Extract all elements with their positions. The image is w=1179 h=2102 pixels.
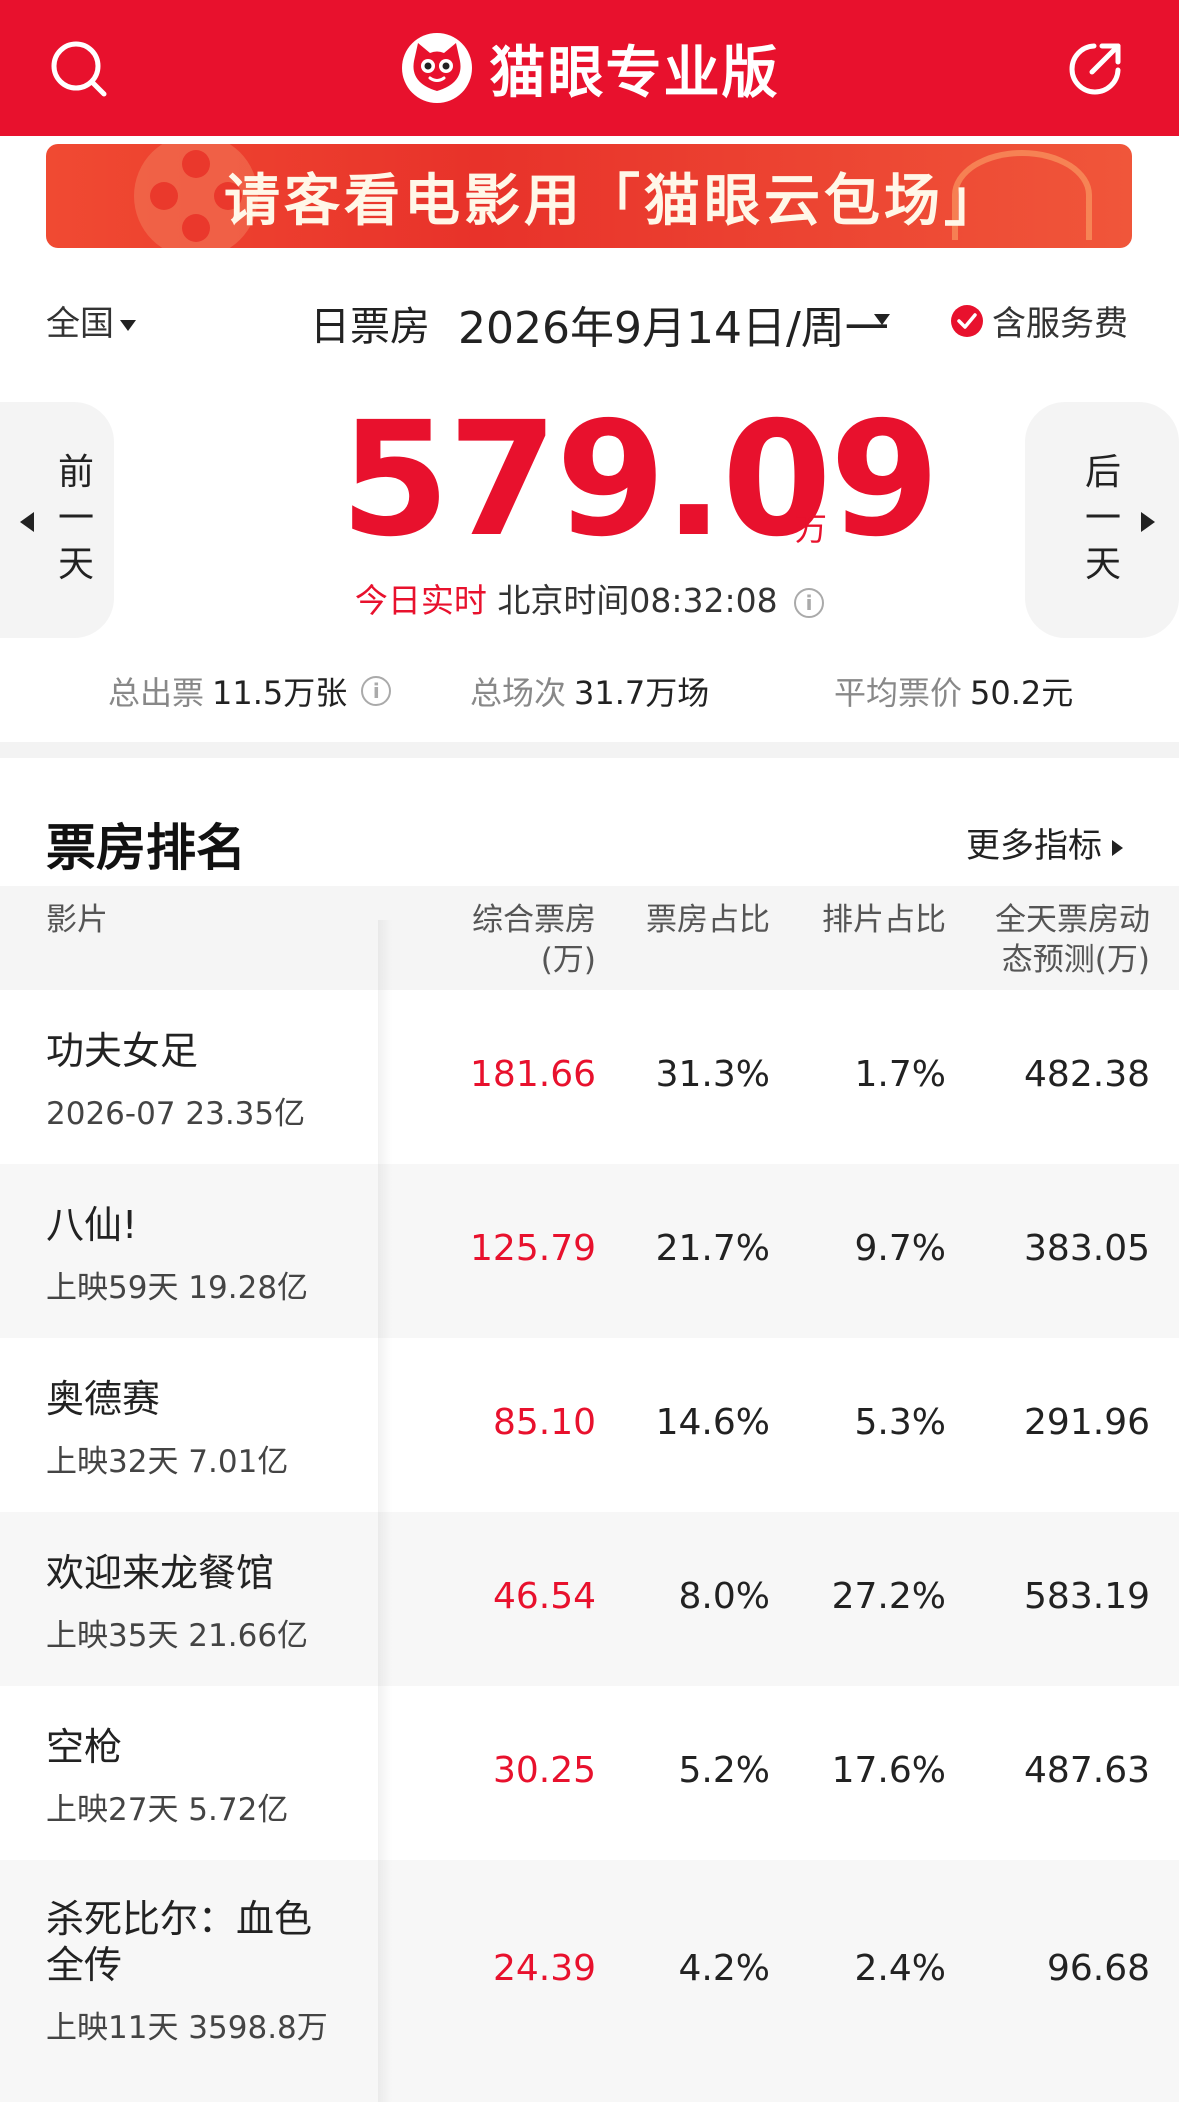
- app-title: 猫眼专业版: [489, 40, 780, 106]
- ranking-title: 票房排名: [46, 819, 246, 877]
- schedule-share-value: 27.2%: [831, 1576, 946, 1617]
- maoyan-cat-logo-icon: [401, 33, 472, 103]
- realtime-line: 今日实时 北京时间08:32:08 i: [0, 574, 1179, 622]
- film-release-info: 上映27天 5.72亿: [46, 1792, 289, 1828]
- stat-tickets-value: 11.5万张: [212, 674, 348, 712]
- film-release-info: 上映35天 21.66亿: [46, 1618, 309, 1654]
- table-row[interactable]: 奥德赛 上映32天 7.01亿 85.10 14.6% 5.3% 291.96: [0, 1338, 1179, 1512]
- film-name: 空枪: [46, 1725, 123, 1769]
- film-release-info: 上映11天 3598.8万: [46, 2010, 328, 2046]
- filter-row: 全国 日票房 2026年9月14日/周一 含服务费: [0, 290, 1179, 354]
- box-office-value: 125.79: [470, 1228, 596, 1269]
- info-icon[interactable]: i: [794, 587, 825, 618]
- promo-banner[interactable]: 请客看电影用「猫眼云包场」: [46, 144, 1132, 248]
- more-metrics-link[interactable]: 更多指标: [966, 818, 1123, 867]
- col-box-office-line1: 综合票房: [472, 902, 596, 938]
- caret-right-icon: [1112, 839, 1123, 856]
- box-office-value: 85.10: [492, 1402, 596, 1443]
- app-header: 猫眼专业版: [0, 0, 1179, 136]
- date-selector[interactable]: 2026年9月14日/周一: [458, 292, 889, 356]
- table-row[interactable]: 功夫女足 2026-07 23.35亿 181.66 31.3% 1.7% 48…: [0, 990, 1179, 1164]
- col-box-office[interactable]: 综合票房 (万): [440, 900, 596, 980]
- film-name: 功夫女足: [46, 1029, 199, 1073]
- arrow-right-icon: [1141, 512, 1155, 532]
- col-prediction-line1: 全天票房动: [995, 902, 1150, 938]
- next-day-label: 后一天: [1084, 452, 1121, 585]
- bo-share-value: 21.7%: [655, 1228, 770, 1269]
- section-divider: [0, 742, 1179, 758]
- share-icon[interactable]: [1064, 38, 1126, 100]
- table-row[interactable]: 空枪 上映27天 5.72亿 30.25 5.2% 17.6% 487.63: [0, 1686, 1179, 1860]
- stat-price-value: 50.2元: [970, 674, 1074, 712]
- box-office-value: 181.66: [470, 1054, 596, 1095]
- box-office-value: 46.54: [492, 1576, 596, 1617]
- prediction-value: 291.96: [1024, 1402, 1150, 1443]
- film-name: 杀死比尔：血色全传: [46, 1897, 313, 1987]
- stats-row: 总出票 11.5万张 i 总场次 31.7万场 平均票价 50.2元: [0, 668, 1179, 718]
- col-box-office-line2: (万): [540, 942, 596, 978]
- realtime-label: 今日实时: [354, 581, 487, 620]
- bo-share-value: 4.2%: [678, 1948, 770, 1989]
- bo-share-value: 8.0%: [678, 1576, 770, 1617]
- col-bo-share[interactable]: 票房占比: [620, 900, 770, 940]
- table-row[interactable]: 八仙! 上映59天 19.28亿 125.79 21.7% 9.7% 383.0…: [0, 1164, 1179, 1338]
- checkmark-icon: [951, 304, 983, 337]
- col-prediction-line2: 态预测(万): [1001, 942, 1150, 978]
- table-row[interactable]: 杀死比尔：血色全传 上映11天 3598.8万 24.39 4.2% 2.4% …: [0, 1860, 1179, 2102]
- info-icon[interactable]: i: [361, 676, 392, 706]
- prev-day-label: 前一天: [57, 452, 94, 585]
- schedule-share-value: 9.7%: [854, 1228, 946, 1269]
- film-name: 欢迎来龙餐馆: [46, 1551, 275, 1595]
- col-film: 影片: [46, 902, 108, 938]
- prediction-value: 487.63: [1024, 1750, 1150, 1791]
- more-metrics-label: 更多指标: [966, 826, 1102, 866]
- prediction-value: 383.05: [1024, 1228, 1150, 1269]
- film-release-info: 上映32天 7.01亿: [46, 1444, 289, 1480]
- box-office-value: 24.39: [492, 1948, 596, 1989]
- beijing-time: 北京时间08:32:08: [497, 581, 778, 620]
- bo-share-value: 5.2%: [678, 1750, 770, 1791]
- region-selector[interactable]: 全国: [46, 296, 136, 345]
- stat-tickets-label: 总出票: [108, 674, 205, 712]
- chevron-down-icon: [120, 320, 136, 331]
- stat-tickets: 总出票 11.5万张 i: [108, 668, 392, 714]
- region-label: 全国: [46, 304, 114, 344]
- film-release-info: 上映59天 19.28亿: [46, 1270, 309, 1306]
- schedule-share-value: 1.7%: [854, 1054, 946, 1095]
- schedule-share-value: 2.4%: [854, 1948, 946, 1989]
- chevron-down-icon[interactable]: [874, 314, 890, 325]
- bo-share-value: 31.3%: [655, 1054, 770, 1095]
- stat-shows-value: 31.7万场: [574, 674, 710, 712]
- stat-shows-label: 总场次: [470, 674, 567, 712]
- film-release-info: 2026-07 23.35亿: [46, 1096, 306, 1132]
- prediction-value: 96.68: [1046, 1948, 1150, 1989]
- schedule-share-value: 5.3%: [854, 1402, 946, 1443]
- service-fee-toggle[interactable]: 含服务费: [950, 296, 1128, 345]
- total-unit: 万: [795, 510, 828, 548]
- prediction-value: 583.19: [1024, 1576, 1150, 1617]
- col-schedule-share[interactable]: 排片占比: [796, 900, 946, 940]
- stat-price-label: 平均票价: [834, 674, 963, 712]
- schedule-share-value: 17.6%: [831, 1750, 946, 1791]
- film-name: 八仙!: [46, 1203, 138, 1247]
- total-box-office: 579.09: [340, 388, 940, 572]
- stat-price: 平均票价 50.2元: [834, 668, 1073, 714]
- stat-shows: 总场次 31.7万场: [470, 668, 709, 714]
- col-prediction[interactable]: 全天票房动 态预测(万): [960, 900, 1150, 980]
- table-header: 影片 综合票房 (万) 票房占比 排片占比 全天票房动 态预测(万): [0, 886, 1179, 990]
- banner-text: 请客看电影用「猫眼云包场」: [224, 168, 1004, 234]
- film-name: 奥德赛: [46, 1377, 161, 1421]
- mode-label: 日票房: [310, 304, 430, 350]
- sticky-column-shadow: [378, 920, 392, 2102]
- table-row[interactable]: 欢迎来龙餐馆 上映35天 21.66亿 46.54 8.0% 27.2% 583…: [0, 1512, 1179, 1686]
- prediction-value: 482.38: [1024, 1054, 1150, 1095]
- brand: 猫眼专业版: [0, 30, 1179, 106]
- service-fee-label: 含服务费: [992, 304, 1128, 344]
- arrow-left-icon: [20, 512, 34, 532]
- bo-share-value: 14.6%: [655, 1402, 770, 1443]
- box-office-value: 30.25: [492, 1750, 596, 1791]
